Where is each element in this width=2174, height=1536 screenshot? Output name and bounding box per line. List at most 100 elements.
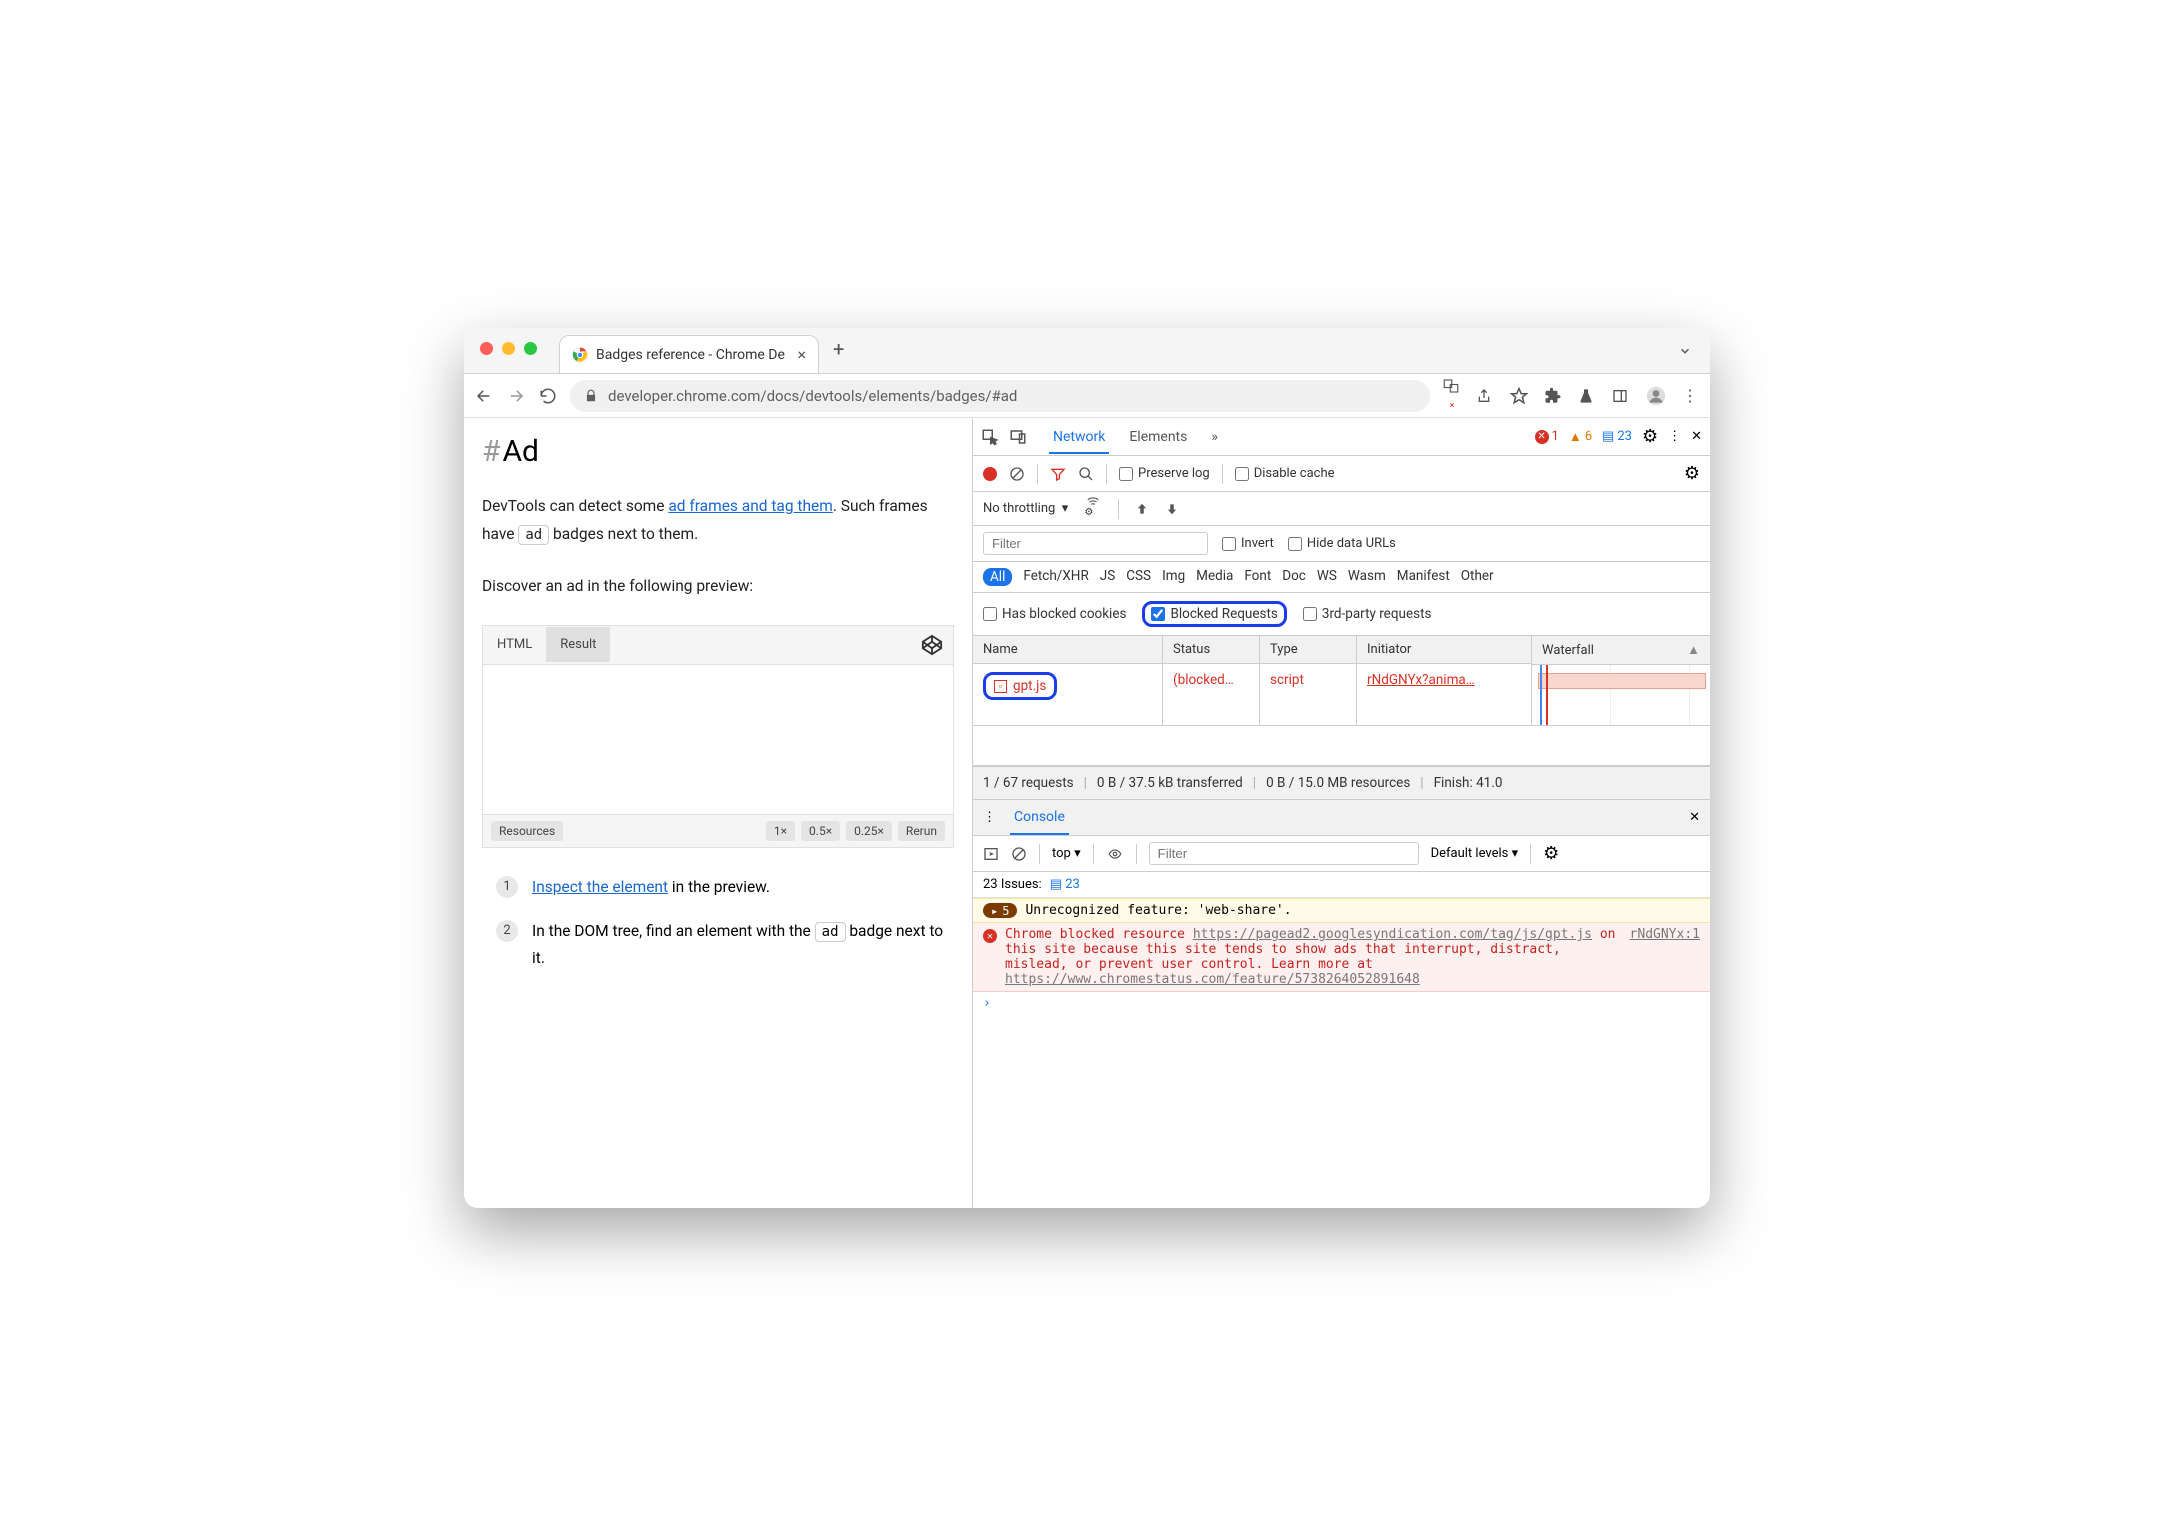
type-ws[interactable]: WS <box>1317 568 1337 586</box>
back-button[interactable] <box>474 386 494 406</box>
console-warning[interactable]: ▸ 5 Unrecognized feature: 'web-share'. <box>973 898 1710 923</box>
settings-icon[interactable]: ⚙ <box>1642 426 1658 447</box>
type-js[interactable]: JS <box>1100 568 1115 586</box>
inspect-link[interactable]: Inspect the element <box>532 878 668 896</box>
codepen-rerun-button[interactable]: Rerun <box>898 821 945 841</box>
forward-button[interactable] <box>506 386 526 406</box>
traffic-close[interactable] <box>480 342 493 355</box>
extensions-icon[interactable] <box>1544 387 1564 405</box>
type-fetch[interactable]: Fetch/XHR <box>1023 568 1088 586</box>
console-context-select[interactable]: top ▾ <box>1052 846 1081 861</box>
codepen-icon[interactable] <box>911 626 953 664</box>
console-tab[interactable]: Console <box>1010 801 1069 835</box>
network-settings-icon[interactable]: ⚙ <box>1684 463 1700 484</box>
type-img[interactable]: Img <box>1162 568 1185 586</box>
close-devtools-icon[interactable]: ✕ <box>1691 429 1702 444</box>
col-type[interactable]: Type <box>1260 636 1356 664</box>
type-other[interactable]: Other <box>1461 568 1494 586</box>
record-button[interactable] <box>983 467 997 481</box>
browser-tab[interactable]: Badges reference - Chrome De × <box>559 335 819 373</box>
network-row-initiator[interactable]: rNdGNYx?anima… <box>1357 664 1531 724</box>
console-settings-icon[interactable]: ⚙ <box>1543 843 1559 864</box>
console-filter-input[interactable] <box>1149 842 1419 865</box>
clear-icon[interactable] <box>1009 466 1025 482</box>
col-status[interactable]: Status <box>1163 636 1259 664</box>
type-wasm[interactable]: Wasm <box>1348 568 1386 586</box>
col-initiator[interactable]: Initiator <box>1357 636 1531 664</box>
profile-icon[interactable] <box>1646 386 1666 406</box>
address-bar[interactable]: developer.chrome.com/docs/devtools/eleme… <box>570 380 1430 412</box>
tabs-dropdown-icon[interactable] <box>1678 344 1692 358</box>
inspect-icon[interactable] <box>981 428 999 446</box>
network-filter-input[interactable] <box>983 532 1208 555</box>
hide-data-urls-checkbox[interactable]: Hide data URLs <box>1288 536 1396 551</box>
codepen-embed: HTML Result Resources 1× 0.5× 0.25× Reru… <box>482 625 954 848</box>
codepen-05x-button[interactable]: 0.5× <box>801 821 840 841</box>
translate-icon[interactable]: × <box>1442 377 1462 414</box>
menu-icon[interactable]: ⋮ <box>1680 386 1700 405</box>
col-name[interactable]: Name <box>973 636 1162 664</box>
message-count[interactable]: ▤23 <box>1602 429 1632 444</box>
network-row-type: script <box>1260 664 1356 724</box>
discover-paragraph: Discover an ad in the following preview: <box>482 573 954 601</box>
console-levels-select[interactable]: Default levels ▾ <box>1431 846 1519 861</box>
panel-icon[interactable] <box>1612 388 1632 404</box>
col-waterfall[interactable]: Waterfall▲ <box>1532 636 1710 665</box>
kebab-icon[interactable]: ⋮ <box>1668 429 1681 444</box>
codepen-resources-button[interactable]: Resources <box>491 821 563 841</box>
codepen-tab-html[interactable]: HTML <box>483 627 546 662</box>
blocked-url-link[interactable]: https://pagead2.googlesyndication.com/ta… <box>1193 927 1592 942</box>
preserve-log-checkbox[interactable]: Preserve log <box>1119 466 1210 481</box>
learn-more-link[interactable]: https://www.chromestatus.com/feature/573… <box>1005 972 1420 987</box>
share-icon[interactable] <box>1476 388 1496 404</box>
page-title: #Ad <box>482 434 954 469</box>
tab-network[interactable]: Network <box>1049 421 1109 453</box>
console-sidebar-icon[interactable] <box>983 846 999 862</box>
console-error[interactable]: ✕ Chrome blocked resource https://pagead… <box>973 923 1710 992</box>
console-prompt[interactable]: › <box>973 992 1710 1015</box>
error-source-link[interactable]: rNdGNYx:1 <box>1630 927 1700 987</box>
third-party-checkbox[interactable]: 3rd-party requests <box>1303 601 1432 627</box>
blocked-requests-checkbox[interactable]: Blocked Requests <box>1151 606 1277 622</box>
disable-cache-checkbox[interactable]: Disable cache <box>1235 466 1335 481</box>
warning-count[interactable]: ▲6 <box>1569 429 1592 445</box>
upload-har-icon[interactable] <box>1135 502 1149 516</box>
type-font[interactable]: Font <box>1244 568 1271 586</box>
device-icon[interactable] <box>1009 428 1027 446</box>
type-css[interactable]: CSS <box>1126 568 1151 586</box>
traffic-min[interactable] <box>502 342 515 355</box>
ad-frames-link[interactable]: ad frames and tag them <box>668 497 833 515</box>
labs-icon[interactable] <box>1578 388 1598 404</box>
error-count[interactable]: ✕1 <box>1535 429 1559 444</box>
intro-paragraph: DevTools can detect some ad frames and t… <box>482 493 954 549</box>
console-menu-icon[interactable]: ⋮ <box>983 810 996 825</box>
new-tab-button[interactable]: + <box>833 337 844 361</box>
tab-close-icon[interactable]: × <box>797 345 806 364</box>
codepen-025x-button[interactable]: 0.25× <box>846 821 892 841</box>
step-2: In the DOM tree, find an element with th… <box>496 918 954 971</box>
throttling-select[interactable]: No throttling ▾ <box>983 501 1068 516</box>
has-blocked-cookies-checkbox[interactable]: Has blocked cookies <box>983 601 1126 627</box>
issues-row[interactable]: 23 Issues: ▤ 23 <box>973 872 1710 898</box>
codepen-1x-button[interactable]: 1× <box>766 821 795 841</box>
reload-button[interactable] <box>538 386 558 406</box>
type-doc[interactable]: Doc <box>1282 568 1306 586</box>
tab-more[interactable]: » <box>1207 421 1222 453</box>
type-manifest[interactable]: Manifest <box>1397 568 1450 586</box>
invert-checkbox[interactable]: Invert <box>1222 536 1274 551</box>
network-row-name[interactable]: ▫gpt.js <box>973 664 1162 724</box>
traffic-max[interactable] <box>524 342 537 355</box>
search-icon[interactable] <box>1078 466 1094 482</box>
type-media[interactable]: Media <box>1196 568 1233 586</box>
console-clear-icon[interactable] <box>1011 846 1027 862</box>
page-content: #Ad DevTools can detect some ad frames a… <box>464 418 972 1208</box>
star-icon[interactable] <box>1510 387 1530 405</box>
network-conditions-icon[interactable]: ⚙ <box>1084 494 1102 523</box>
console-close-icon[interactable]: ✕ <box>1689 810 1700 825</box>
codepen-tab-result[interactable]: Result <box>546 627 610 662</box>
filter-icon[interactable] <box>1050 466 1066 482</box>
download-har-icon[interactable] <box>1165 502 1179 516</box>
type-all[interactable]: All <box>983 568 1012 586</box>
console-eye-icon[interactable] <box>1106 847 1124 861</box>
tab-elements[interactable]: Elements <box>1125 421 1191 453</box>
